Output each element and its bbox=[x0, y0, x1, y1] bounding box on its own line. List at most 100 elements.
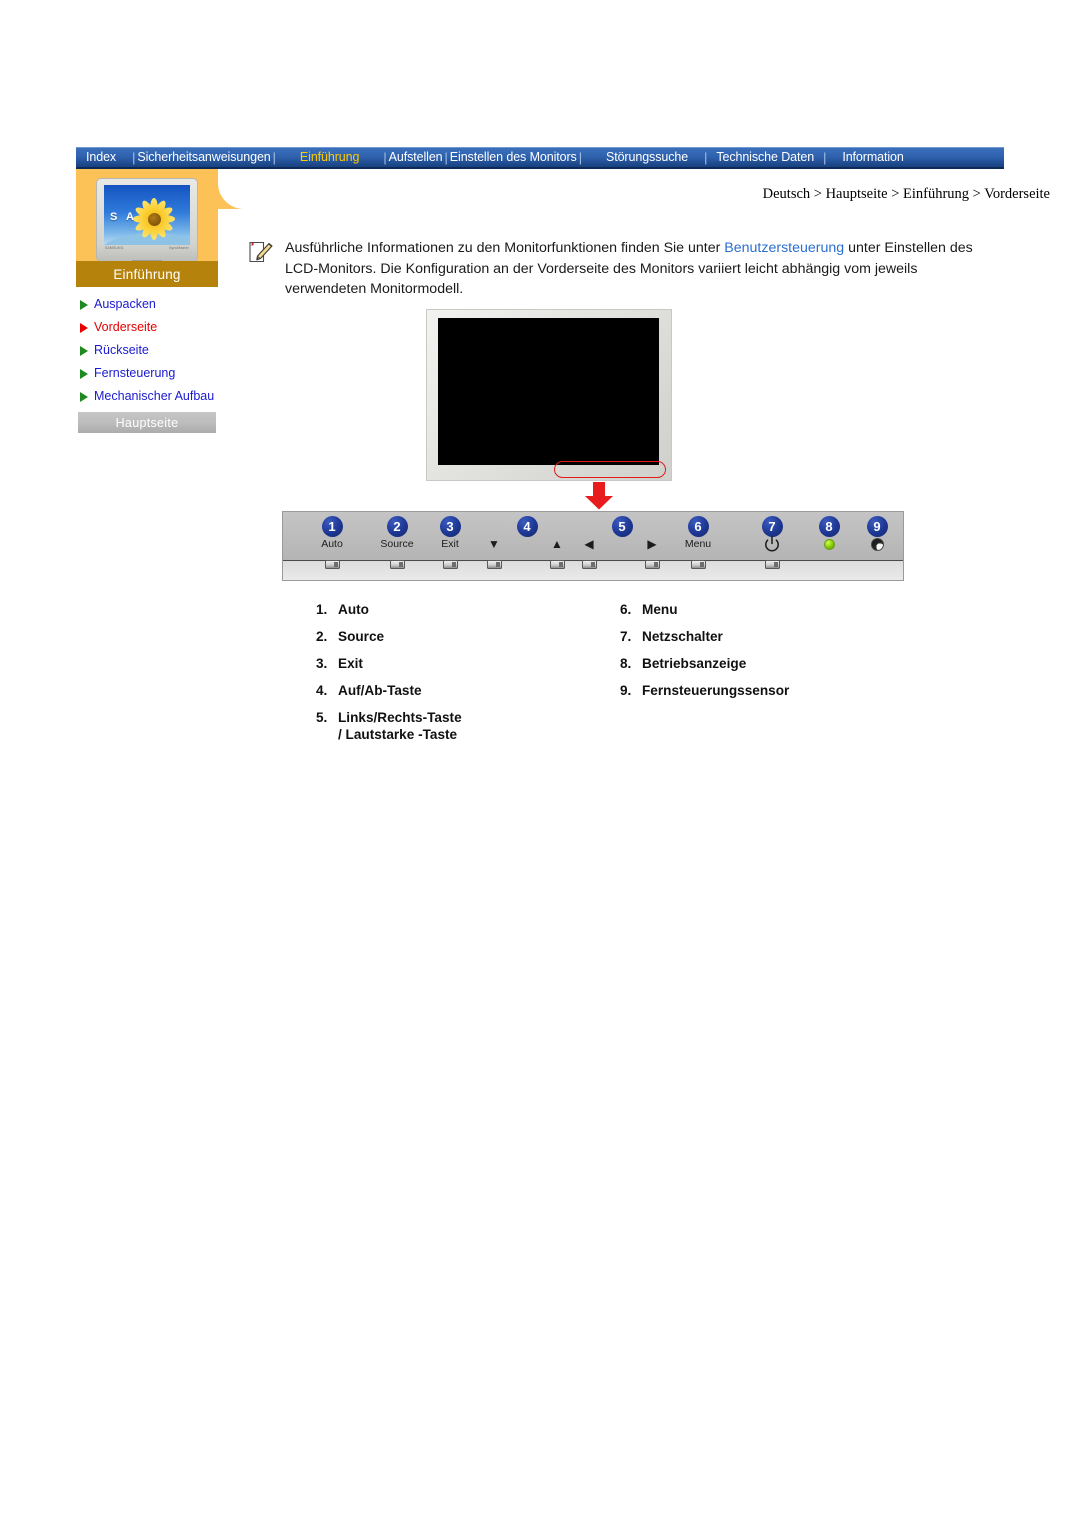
legend-label: Source bbox=[338, 629, 385, 644]
sidebar-item-vorderseite[interactable]: Vorderseite bbox=[76, 320, 218, 335]
legend-item-1: 1. Auto bbox=[316, 601, 606, 618]
button-nub-exit bbox=[442, 560, 458, 569]
legend-label: Menu bbox=[642, 602, 678, 617]
button-nub-right bbox=[644, 560, 660, 569]
hauptseite-button-label: Hauptseite bbox=[115, 415, 179, 430]
button-auto-label: Auto bbox=[321, 538, 343, 550]
legend-number: 2. bbox=[316, 629, 328, 644]
nav-item-stoerungssuche[interactable]: Störungssuche bbox=[605, 151, 689, 164]
badge-8: 8 bbox=[818, 516, 840, 537]
button-down[interactable]: ▼ bbox=[463, 512, 525, 561]
green-arrow-icon bbox=[80, 369, 88, 379]
green-arrow-icon bbox=[80, 392, 88, 402]
down-arrow-icon: ▼ bbox=[488, 537, 500, 551]
nav-separator: | bbox=[272, 150, 276, 165]
legend-label: Auf/Ab-Taste bbox=[338, 683, 422, 698]
legend-label: Betriebsanzeige bbox=[642, 656, 747, 671]
legend-right-column: 6. Menu 7. Netzschalter 8. Betriebsanzei… bbox=[620, 601, 920, 709]
button-nub-source bbox=[389, 560, 405, 569]
sidebar-item-label: Mechanischer Aufbau bbox=[94, 389, 215, 403]
hauptseite-button[interactable]: Hauptseite bbox=[78, 412, 216, 433]
remote-sensor-icon bbox=[870, 538, 884, 551]
sidebar-item-label: Rückseite bbox=[94, 343, 149, 357]
sidebar-item-mechanischer-aufbau[interactable]: Mechanischer Aufbau bbox=[76, 389, 218, 404]
control-panel-diagram: 1 Auto 2 Source 3 Exit 4 ▼ ▲ 5 ◀ ▶ 6 Men… bbox=[282, 511, 904, 581]
legend-item-3: 3. Exit bbox=[316, 655, 606, 672]
note-block: Ausführliche Informationen zu den Monito… bbox=[248, 238, 1000, 300]
legend-item-6: 6. Menu bbox=[620, 601, 920, 618]
nav-separator: | bbox=[578, 150, 582, 165]
nav-item-einfuehrung[interactable]: Einführung bbox=[299, 151, 360, 164]
legend-label-sub: / Lautstarke -Taste bbox=[338, 727, 458, 742]
legend-number: 1. bbox=[316, 602, 328, 617]
legend-item-8: 8. Betriebsanzeige bbox=[620, 655, 920, 672]
sidebar-item-auspacken[interactable]: Auspacken bbox=[76, 297, 218, 312]
sidebar-item-fernsteuerung[interactable]: Fernsteuerung bbox=[76, 366, 218, 381]
legend-label: Links/Rechts-Taste / Lautstarke -Taste bbox=[338, 709, 606, 743]
legend-number: 4. bbox=[316, 683, 328, 698]
button-nub-menu bbox=[690, 560, 706, 569]
legend-item-9: 9. Fernsteuerungssensor bbox=[620, 682, 920, 699]
nav-item-technische-daten[interactable]: Technische Daten bbox=[715, 151, 815, 164]
legend-item-5: 5. Links/Rechts-Taste / Lautstarke -Tast… bbox=[316, 709, 606, 743]
button-menu[interactable]: Menu bbox=[667, 512, 729, 561]
button-nub-down bbox=[486, 560, 502, 569]
sunflower-core bbox=[147, 212, 161, 226]
badge-9: 9 bbox=[866, 516, 888, 537]
note-paragraph: Ausführliche Informationen zu den Monito… bbox=[285, 238, 1000, 300]
sidebar-section-label: Einführung bbox=[76, 261, 218, 287]
nav-separator: | bbox=[704, 150, 708, 165]
legend-label: Exit bbox=[338, 656, 363, 671]
red-arrow-icon bbox=[80, 323, 88, 333]
notepad-pencil-icon bbox=[248, 240, 274, 264]
thumbnail-monitor-screen: S A M bbox=[104, 185, 190, 245]
legend-left-column: 1. Auto 2. Source 3. Exit 4. Auf/Ab-Tast… bbox=[316, 601, 606, 753]
sidebar-item-label: Vorderseite bbox=[94, 320, 158, 334]
monitor-illustration bbox=[426, 309, 672, 481]
legend-number: 5. bbox=[316, 710, 328, 725]
left-arrow-icon: ◀ bbox=[584, 537, 594, 551]
legend-label-main: Links/Rechts-Taste bbox=[338, 710, 462, 725]
button-nub-auto bbox=[324, 560, 340, 569]
button-left[interactable]: ◀ bbox=[558, 512, 620, 561]
control-area-highlight bbox=[554, 461, 666, 478]
sidebar-item-label: Auspacken bbox=[94, 297, 156, 311]
power-led-indicator bbox=[823, 539, 835, 550]
sidebar-item-rueckseite[interactable]: Rückseite bbox=[76, 343, 218, 358]
benutzersteuerung-link[interactable]: Benutzersteuerung bbox=[724, 240, 844, 256]
legend-label: Netzschalter bbox=[642, 629, 723, 644]
legend-number: 8. bbox=[620, 656, 632, 671]
legend-number: 9. bbox=[620, 683, 632, 698]
thumbnail-brand-left: SAMSUNG bbox=[105, 246, 124, 250]
sidebar-rounded-notch bbox=[218, 169, 256, 209]
sidebar-section-label-text: Einführung bbox=[113, 266, 181, 282]
badge-7: 7 bbox=[761, 516, 783, 537]
breadcrumb: Deutsch > Hauptseite > Einführung > Vord… bbox=[762, 186, 1050, 202]
red-down-arrow-icon bbox=[584, 482, 614, 510]
legend-item-2: 2. Source bbox=[316, 628, 606, 645]
button-menu-label: Menu bbox=[684, 538, 712, 550]
monitor-screen bbox=[438, 318, 659, 465]
legend-number: 6. bbox=[620, 602, 632, 617]
nav-item-aufstellen[interactable]: Aufstellen bbox=[388, 151, 444, 164]
sidebar-menu: Auspacken Vorderseite Rückseite Fernsteu… bbox=[76, 297, 218, 433]
power-icon[interactable] bbox=[764, 536, 780, 552]
legend-item-4: 4. Auf/Ab-Taste bbox=[316, 682, 606, 699]
note-text-before: Ausführliche Informationen zu den Monito… bbox=[285, 240, 725, 256]
button-nub-power bbox=[764, 560, 780, 569]
legend-number: 3. bbox=[316, 656, 328, 671]
legend-label: Auto bbox=[338, 602, 369, 617]
sidebar-item-label: Fernsteuerung bbox=[94, 366, 176, 380]
nav-item-index[interactable]: Index bbox=[85, 151, 117, 164]
nav-item-sicherheitsanweisungen[interactable]: Sicherheitsanweisungen bbox=[136, 151, 271, 164]
legend-label: Fernsteuerungssensor bbox=[642, 683, 790, 698]
button-nub-left bbox=[581, 560, 597, 569]
button-auto[interactable]: Auto bbox=[301, 512, 363, 561]
legend-item-7: 7. Netzschalter bbox=[620, 628, 920, 645]
green-arrow-icon bbox=[80, 346, 88, 356]
legend-number: 7. bbox=[620, 629, 632, 644]
nav-item-einstellen-des-monitors[interactable]: Einstellen des Monitors bbox=[449, 151, 578, 164]
nav-item-information[interactable]: Information bbox=[841, 151, 904, 164]
sidebar: S A M SAMSUNG SyncMa bbox=[76, 169, 256, 433]
top-navigation-bar: Index | Sicherheitsanweisungen | Einführ… bbox=[76, 147, 1004, 169]
